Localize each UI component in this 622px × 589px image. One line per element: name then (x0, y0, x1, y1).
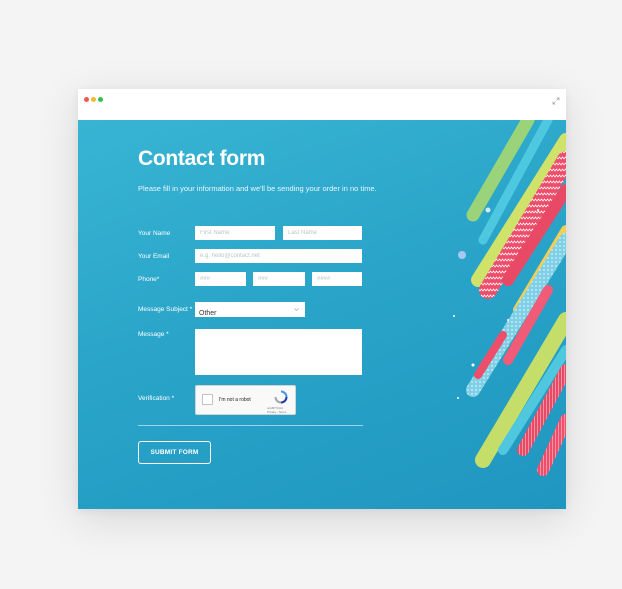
subject-value: Other (199, 310, 217, 317)
subject-select[interactable]: Other (195, 302, 305, 317)
close-dot[interactable] (84, 97, 89, 102)
last-name-input[interactable] (283, 226, 362, 240)
contact-form-panel: Contact form Please fill in your informa… (78, 120, 566, 509)
minimize-dot[interactable] (91, 97, 96, 102)
phone-label: Phone* (138, 276, 160, 283)
email-label: Your Email (138, 253, 170, 260)
submit-button[interactable]: SUBMIT FORM (138, 441, 211, 464)
message-label: Message * (138, 331, 169, 338)
phone-area-input[interactable] (195, 272, 246, 286)
page-title: Contact form (138, 147, 266, 170)
form-divider (138, 425, 363, 426)
captcha-checkbox[interactable] (202, 394, 213, 405)
phone-prefix-input[interactable] (253, 272, 305, 286)
subject-label: Message Subject * (138, 306, 193, 313)
name-label: Your Name (138, 230, 171, 237)
captcha-text: I'm not a robot (219, 397, 251, 403)
maximize-dot[interactable] (98, 97, 103, 102)
browser-window: Contact form Please fill in your informa… (78, 89, 566, 509)
chevron-down-icon (294, 308, 299, 311)
recaptcha-icon (274, 390, 288, 404)
window-titlebar (78, 89, 566, 120)
phone-line-input[interactable] (312, 272, 362, 286)
recaptcha-widget: I'm not a robot reCAPTCHA Privacy - Terms (195, 385, 296, 415)
captcha-brand: reCAPTCHA Privacy - Terms (267, 406, 287, 414)
page-subtitle: Please fill in your information and we'l… (138, 184, 377, 193)
email-input[interactable] (195, 249, 362, 263)
message-textarea[interactable] (195, 329, 362, 375)
verification-label: Verification * (138, 395, 175, 402)
first-name-input[interactable] (195, 226, 275, 240)
expand-icon[interactable] (552, 97, 560, 105)
